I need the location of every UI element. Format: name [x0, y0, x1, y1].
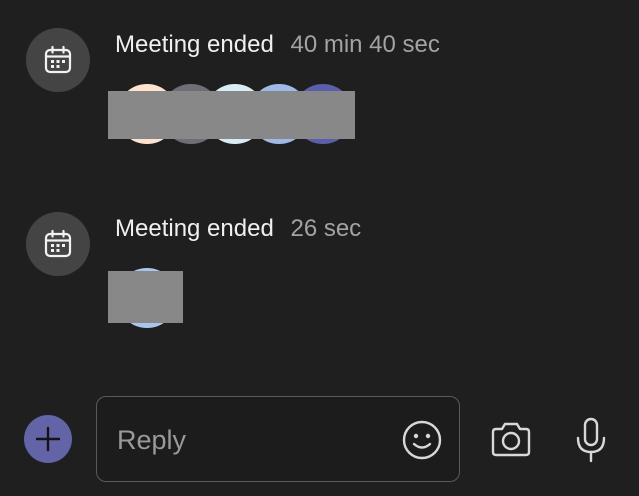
meeting-event-header: Meeting ended 40 min 40 sec: [115, 30, 440, 60]
microphone-icon: [576, 417, 606, 463]
redacted-block: [108, 91, 355, 139]
calendar-icon: [26, 212, 90, 276]
reply-input[interactable]: [115, 419, 379, 461]
meeting-event-duration: 26 sec: [290, 215, 362, 242]
calendar-icon: [26, 28, 90, 92]
meeting-event-header: Meeting ended 26 sec: [115, 214, 361, 244]
meeting-event-title: Meeting ended: [115, 215, 274, 242]
camera-icon: [491, 422, 531, 457]
meeting-event-title: Meeting ended: [115, 31, 274, 58]
plus-icon: [35, 426, 61, 452]
reply-box[interactable]: [96, 396, 460, 482]
meeting-event-duration: 40 min 40 sec: [290, 31, 440, 58]
add-button[interactable]: [24, 415, 72, 463]
message-composer: [0, 390, 639, 496]
mic-button[interactable]: [574, 416, 608, 464]
chat-screen: Meeting ended 40 min 40 sec Meeting ende…: [0, 0, 639, 496]
emoji-button[interactable]: [401, 419, 443, 461]
redacted-block: [108, 271, 183, 323]
smiley-icon: [402, 420, 442, 460]
camera-button[interactable]: [489, 418, 533, 462]
